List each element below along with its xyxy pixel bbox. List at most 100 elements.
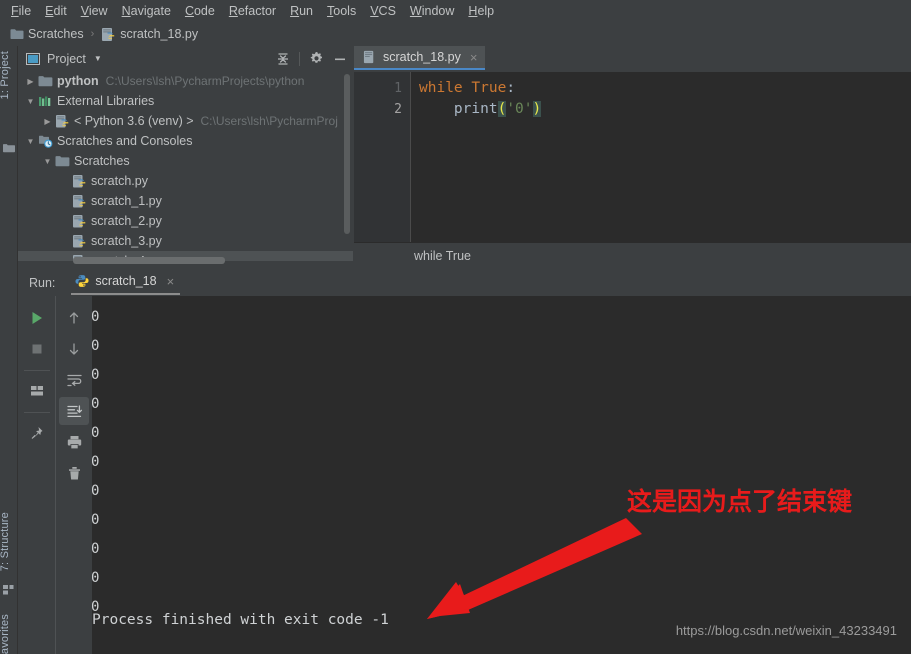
tree-row[interactable]: scratch_3.py	[18, 231, 353, 251]
console-output-line: 0	[92, 367, 100, 383]
toolbar-divider	[23, 412, 50, 413]
tree-row[interactable]: scratch_2.py	[18, 211, 353, 231]
twisty-expanded-icon[interactable]: ▼	[41, 157, 54, 166]
annotation-text: 这是因为点了结束键	[627, 487, 853, 516]
twisty-expanded-icon[interactable]: ▼	[24, 97, 37, 106]
project-tool-window: Project ▼ ▶ python C:\Users\lsh\PycharmP…	[18, 46, 353, 268]
tree-row[interactable]: ▼ Scratches	[18, 151, 353, 171]
menu-item-vcs[interactable]: VCS	[363, 2, 403, 20]
rail-item-structure[interactable]: 7: Structure	[0, 512, 11, 571]
rerun-button[interactable]	[22, 304, 52, 332]
folder-icon	[54, 155, 70, 168]
tree-item-label: scratch_2.py	[91, 214, 162, 228]
tree-row[interactable]: scratch.py	[18, 171, 353, 191]
menu-item-tools[interactable]: Tools	[320, 2, 363, 20]
stop-button[interactable]	[22, 335, 52, 363]
python-icon	[71, 194, 87, 209]
code-editor[interactable]: 12 while True: print('0')	[354, 72, 911, 242]
code-keyword-true: True	[471, 80, 507, 96]
up-arrow-button[interactable]	[59, 304, 89, 332]
run-tab-scratch18[interactable]: scratch_18 ×	[71, 271, 181, 295]
project-panel-toolbar	[276, 51, 347, 66]
line-number: 1	[394, 81, 402, 96]
menu-item-navigate[interactable]: Navigate	[115, 2, 178, 20]
watermark-url: https://blog.csdn.net/weixin_43233491	[675, 623, 897, 638]
twisty-expanded-icon[interactable]: ▼	[24, 137, 37, 146]
project-window-icon	[26, 52, 40, 65]
soft-wrap-button[interactable]	[59, 366, 89, 394]
menu-item-view[interactable]: View	[74, 2, 115, 20]
menu-item-code[interactable]: Code	[178, 2, 222, 20]
structure-icon	[3, 584, 15, 596]
rail-item-favorites[interactable]: 2: Favorites	[0, 614, 11, 654]
tree-item-label: python	[57, 74, 99, 88]
tree-row[interactable]: scratch_1.py	[18, 191, 353, 211]
code-open-paren: (	[497, 101, 507, 117]
console-output-line: 0	[92, 483, 100, 499]
python-icon	[71, 234, 87, 249]
navigation-bar: Scratches › scratch_18.py	[0, 22, 911, 46]
layout-settings-button[interactable]	[22, 377, 52, 405]
print-button[interactable]	[59, 428, 89, 456]
python-icon	[71, 174, 87, 189]
code-keyword-while: while	[419, 80, 463, 96]
breadcrumb-scratches[interactable]: Scratches	[28, 27, 84, 41]
tree-row[interactable]: ▶ python C:\Users\lsh\PycharmProjects\pyth…	[18, 71, 353, 91]
collapse-all-icon[interactable]	[276, 52, 290, 66]
console-output-line: 0	[92, 454, 100, 470]
project-horizontal-scrollbar[interactable]	[73, 257, 225, 264]
menu-item-window[interactable]: Window	[403, 2, 461, 20]
code-close-paren: )	[532, 101, 542, 117]
gear-icon[interactable]	[309, 51, 324, 66]
down-arrow-button[interactable]	[59, 335, 89, 363]
run-tab-label: scratch_18	[95, 274, 157, 288]
minimize-icon[interactable]	[333, 52, 347, 66]
twisty-collapsed-icon[interactable]: ▶	[24, 77, 37, 86]
tree-row[interactable]: ▶ < Python 3.6 (venv) > C:\Users\lsh\Pycha…	[18, 111, 353, 131]
tree-item-path: C:\Users\lsh\PycharmProjects\python	[105, 74, 305, 88]
rail-item-project[interactable]: 1: Project	[0, 51, 11, 99]
line-number-gutter: 12	[354, 72, 411, 242]
python-file-icon	[101, 27, 116, 42]
toolbar-divider	[23, 370, 50, 371]
console-output-line: 0	[92, 512, 100, 528]
breadcrumb-file[interactable]: scratch_18.py	[120, 27, 198, 41]
project-tree[interactable]: ▶ python C:\Users\lsh\PycharmProjects\pyth…	[18, 71, 353, 261]
pin-button[interactable]	[22, 419, 52, 447]
console-output-line: 0	[92, 338, 100, 354]
editor-breadcrumb-label[interactable]: while True	[414, 249, 471, 263]
project-vertical-scrollbar[interactable]	[344, 74, 350, 234]
menu-item-help[interactable]: Help	[461, 2, 501, 20]
editor-tab-label: scratch_18.py	[383, 50, 461, 64]
console-exit-message: Process finished with exit code -1	[92, 612, 389, 628]
code-content[interactable]: while True: print('0')	[411, 72, 911, 242]
folder-icon	[10, 28, 24, 40]
menu-item-refactor[interactable]: Refactor	[222, 2, 283, 20]
toolbar-divider	[299, 51, 300, 66]
tree-row[interactable]: ▼ Scratches and Consoles	[18, 131, 353, 151]
code-colon: :	[506, 80, 516, 96]
close-icon[interactable]: ×	[167, 274, 175, 289]
editor-tab-scratch18[interactable]: scratch_18.py ×	[354, 46, 486, 70]
menu-item-run[interactable]: Run	[283, 2, 320, 20]
scroll-to-end-button[interactable]	[59, 397, 89, 425]
tree-item-label: Scratches and Consoles	[57, 134, 193, 148]
tree-item-label: scratch.py	[91, 174, 148, 188]
close-icon[interactable]: ×	[470, 50, 478, 65]
clear-all-button[interactable]	[59, 459, 89, 487]
code-function-print: print	[453, 101, 498, 117]
tree-row[interactable]: ▼ External Libraries	[18, 91, 353, 111]
twisty-collapsed-icon[interactable]: ▶	[41, 117, 54, 126]
project-folder-icon	[3, 143, 15, 155]
menu-item-file[interactable]: File	[4, 2, 38, 20]
run-window-label: Run:	[29, 275, 56, 290]
tree-item-label: Scratches	[74, 154, 130, 168]
chevron-down-icon[interactable]: ▼	[94, 54, 102, 63]
pycharm-window: File Edit View Navigate Code Refactor Run Tools…	[0, 0, 911, 654]
python-icon	[71, 214, 87, 229]
menu-item-edit[interactable]: Edit	[38, 2, 74, 20]
console-lines: 00000000000	[92, 303, 99, 622]
run-toolbar-left-column	[18, 296, 55, 654]
line-number: 2	[394, 102, 402, 117]
menu-bar: File Edit View Navigate Code Refactor Run Tools…	[0, 0, 911, 22]
